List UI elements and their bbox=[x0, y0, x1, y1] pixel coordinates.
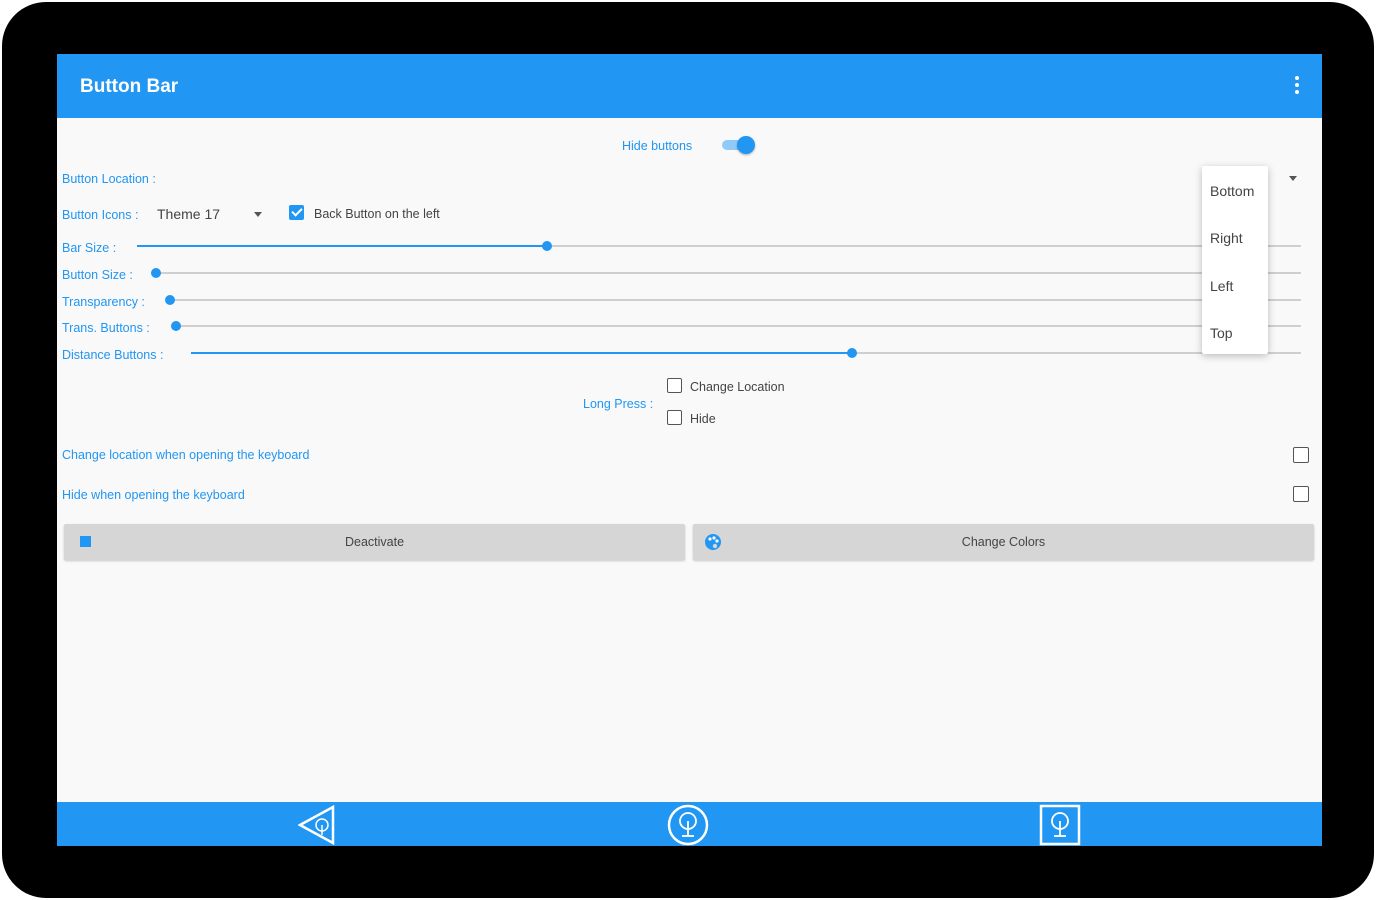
button-icons-select[interactable]: Theme 17 bbox=[157, 206, 220, 222]
recent-tree-icon[interactable] bbox=[1039, 804, 1081, 846]
location-dropdown-arrow-icon[interactable] bbox=[1289, 176, 1297, 181]
bar-size-slider[interactable] bbox=[137, 240, 1301, 252]
change-location-checkbox[interactable] bbox=[667, 378, 682, 393]
hide-label: Hide bbox=[690, 412, 716, 426]
transparency-label: Transparency : bbox=[62, 295, 145, 309]
trans-buttons-label: Trans. Buttons : bbox=[62, 321, 150, 335]
keyboard-hide-checkbox[interactable] bbox=[1293, 486, 1309, 502]
change-colors-button-label: Change Colors bbox=[961, 535, 1046, 549]
hide-checkbox[interactable] bbox=[667, 410, 682, 425]
change-colors-button[interactable]: Change Colors bbox=[693, 524, 1314, 560]
button-icons-dropdown-arrow-icon[interactable] bbox=[254, 212, 262, 217]
keyboard-change-location-label: Change location when opening the keyboar… bbox=[62, 448, 310, 462]
deactivate-button-label: Deactivate bbox=[344, 535, 405, 549]
home-tree-icon[interactable] bbox=[667, 804, 709, 846]
change-location-label: Change Location bbox=[690, 380, 785, 394]
location-option-left[interactable]: Left bbox=[1210, 278, 1233, 294]
distance-buttons-slider[interactable] bbox=[191, 347, 1301, 359]
hide-buttons-switch[interactable] bbox=[720, 136, 755, 154]
app-bar: Button Bar bbox=[57, 54, 1322, 118]
location-option-top[interactable]: Top bbox=[1210, 325, 1233, 341]
button-icons-label: Button Icons : bbox=[62, 208, 139, 222]
location-option-right[interactable]: Right bbox=[1210, 230, 1243, 246]
trans-buttons-slider[interactable] bbox=[171, 320, 1301, 332]
long-press-label: Long Press : bbox=[583, 397, 654, 411]
location-popup-menu: Bottom Right Left Top bbox=[1202, 166, 1268, 354]
back-triangle-icon[interactable] bbox=[298, 805, 336, 845]
keyboard-change-location-checkbox[interactable] bbox=[1293, 447, 1309, 463]
app-screen: Button Bar Hide buttons Button Location … bbox=[57, 54, 1322, 846]
deactivate-button[interactable]: Deactivate bbox=[64, 524, 685, 560]
button-location-label: Button Location : bbox=[62, 172, 156, 186]
button-size-slider[interactable] bbox=[151, 267, 1301, 279]
button-size-label: Button Size : bbox=[62, 268, 133, 282]
navigation-bar bbox=[57, 802, 1322, 846]
hide-buttons-label: Hide buttons bbox=[622, 139, 693, 153]
transparency-slider[interactable] bbox=[165, 294, 1301, 306]
back-button-left-label: Back Button on the left bbox=[314, 207, 440, 221]
location-option-bottom[interactable]: Bottom bbox=[1210, 183, 1254, 199]
back-button-left-checkbox[interactable] bbox=[289, 205, 304, 220]
app-title: Button Bar bbox=[80, 76, 179, 97]
distance-buttons-label: Distance Buttons : bbox=[62, 348, 164, 362]
overflow-menu-icon[interactable] bbox=[1294, 76, 1300, 96]
bar-size-label: Bar Size : bbox=[62, 241, 117, 255]
keyboard-hide-label: Hide when opening the keyboard bbox=[62, 488, 245, 502]
